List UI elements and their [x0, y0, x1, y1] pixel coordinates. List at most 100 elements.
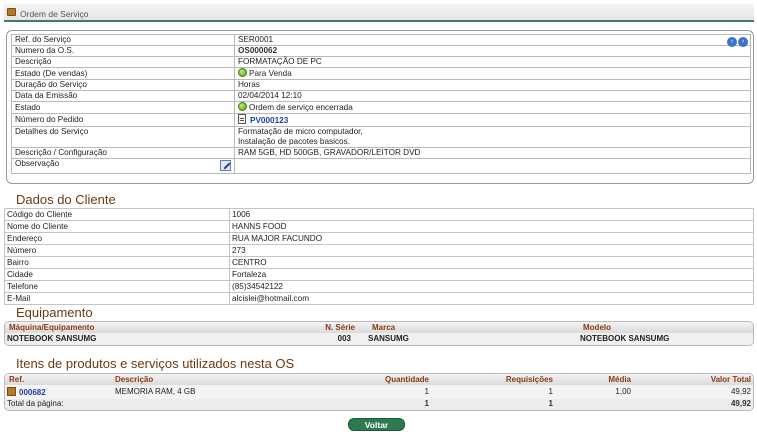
- equipment-machine: NOTEBOOK SANSUMG: [7, 334, 97, 343]
- table-row: Duração do Serviço Horas: [11, 79, 751, 91]
- field-value: Instalação de pacotes basicos.: [238, 137, 350, 146]
- page-total-label: Total da página:: [7, 399, 64, 408]
- items-grid: Ref. Descrição Quantidade Requisições Mé…: [4, 373, 754, 411]
- column-header-model: Modelo: [583, 323, 611, 332]
- service-order-table: Ref. do Serviço SER0001 ‹ › Numero da O.S…: [11, 34, 751, 174]
- order-number-link[interactable]: PV000123: [250, 116, 288, 125]
- column-header-total: Valor Total: [710, 375, 751, 384]
- grid-header: Ref. Descrição Quantidade Requisições Mé…: [5, 374, 753, 385]
- field-label: Descrição: [11, 56, 235, 68]
- table-row: Bairro CENTRO: [4, 256, 754, 269]
- field-label: Estado (De vendas): [11, 67, 235, 80]
- item-ref-link[interactable]: 000682: [19, 388, 46, 397]
- product-icon: [7, 387, 16, 396]
- column-header-serial: N. Série: [325, 323, 355, 332]
- record-navigation: ‹ ›: [726, 36, 748, 47]
- equipment-grid: Máquina/Equipamento N. Série Marca Model…: [4, 321, 754, 346]
- equipment-model: NOTEBOOK SANSUMG: [580, 334, 670, 343]
- table-row: Endereço RUA MAJOR FACUNDO: [4, 232, 754, 245]
- field-label: Endereço: [4, 232, 230, 245]
- field-value: [234, 158, 751, 174]
- table-row: Número 273: [4, 244, 754, 257]
- equipment-serial: 003: [337, 334, 351, 343]
- field-value: 02/04/2014 12:10: [234, 90, 751, 102]
- column-header-description: Descrição: [115, 375, 154, 384]
- column-header-requisitions: Requisições: [505, 375, 553, 384]
- table-row: Estado Ordem de serviço encerrada: [11, 101, 751, 114]
- field-value: Ordem de serviço encerrada: [249, 103, 353, 112]
- table-footer: Total da página: 1 1 49,92: [5, 399, 753, 410]
- table-row: Data da Emissão 02/04/2014 12:10: [11, 90, 751, 102]
- next-record-icon[interactable]: ›: [738, 37, 748, 47]
- table-row: Telefone (85)34542122: [4, 280, 754, 293]
- column-header-quantity: Quantidade: [384, 375, 429, 384]
- field-value: (85)34542122: [229, 280, 754, 293]
- sales-status-icon: [238, 68, 247, 77]
- page-total-value: 49,92: [730, 399, 751, 408]
- field-label: Estado: [11, 101, 235, 114]
- page-title: Ordem de Serviço: [20, 9, 89, 19]
- field-label: Ref. do Serviço: [11, 34, 235, 46]
- field-label: Número: [4, 244, 230, 257]
- field-label: Data da Emissão: [11, 90, 235, 102]
- table-row: Numero da O.S. OS000062: [11, 45, 751, 57]
- field-label: Descrição / Configuração: [11, 147, 235, 159]
- field-value: alcislei@hotmail.com: [229, 292, 754, 305]
- section-title-items: Itens de produtos e serviços utilizados …: [16, 356, 295, 371]
- service-order-panel: Ref. do Serviço SER0001 ‹ › Numero da O.S…: [6, 30, 754, 184]
- table-row: Detalhes do Serviço Formatação de micro …: [11, 126, 751, 148]
- field-value: Formatação de micro computador,: [238, 127, 363, 136]
- field-label: Duração do Serviço: [11, 79, 235, 91]
- column-header-average: Média: [608, 375, 631, 384]
- field-label: Bairro: [4, 256, 230, 269]
- field-value: Para Venda: [249, 69, 292, 78]
- table-row: Cidade Fortaleza: [4, 268, 754, 281]
- field-value: SER0001: [238, 35, 274, 44]
- field-value: HANNS FOOD: [229, 220, 754, 233]
- table-row: Nome do Cliente HANNS FOOD: [4, 220, 754, 233]
- column-header-ref: Ref.: [9, 375, 25, 384]
- field-value: Horas: [234, 79, 751, 91]
- table-row: Número do Pedido PV000123: [11, 113, 751, 127]
- field-label: Observação: [15, 159, 60, 168]
- item-description: MEMORIA RAM, 4 GB: [115, 387, 196, 396]
- item-total: 49,92: [730, 387, 751, 396]
- field-value: RUA MAJOR FACUNDO: [229, 232, 754, 245]
- item-requisitions: 1: [548, 387, 553, 396]
- window-titlebar: Ordem de Serviço: [4, 4, 754, 22]
- table-row: NOTEBOOK SANSUMG 003 SANSUMG NOTEBOOK SA…: [5, 333, 753, 345]
- table-row: 000682 MEMORIA RAM, 4 GB 1 1 1,00 49,92: [5, 385, 753, 399]
- column-header-machine: Máquina/Equipamento: [9, 323, 95, 332]
- table-row: Observação: [11, 158, 751, 174]
- document-icon: [238, 114, 246, 124]
- table-row: Descrição FORMATAÇÃO DE PC: [11, 56, 751, 68]
- field-value: OS000062: [234, 45, 751, 57]
- previous-record-icon[interactable]: ‹: [727, 37, 737, 47]
- field-label: Detalhes do Serviço: [11, 126, 235, 148]
- back-button[interactable]: Voltar: [348, 418, 405, 431]
- table-row: Estado (De vendas) Para Venda: [11, 67, 751, 80]
- table-row: Código do Cliente 1006: [4, 208, 754, 221]
- field-label: Cidade: [4, 268, 230, 281]
- page-total-requisitions: 1: [548, 399, 553, 408]
- field-value: 1006: [229, 208, 754, 221]
- section-title-equipment: Equipamento: [16, 305, 93, 320]
- page-total-quantity: 1: [424, 399, 429, 408]
- column-header-brand: Marca: [372, 323, 396, 332]
- field-label: Número do Pedido: [11, 113, 235, 127]
- box-icon: [7, 8, 16, 16]
- item-quantity: 1: [424, 387, 429, 396]
- field-label: E-Mail: [4, 292, 230, 305]
- table-row: E-Mail alcislei@hotmail.com: [4, 292, 754, 305]
- field-value: 273: [229, 244, 754, 257]
- field-value: Fortaleza: [229, 268, 754, 281]
- status-icon: [238, 102, 247, 111]
- client-table: Código do Cliente 1006 Nome do Cliente HAN…: [4, 208, 754, 305]
- field-value: CENTRO: [229, 256, 754, 269]
- field-value: RAM 5GB, HD 500GB, GRAVADOR/LEITOR DVD: [234, 147, 751, 159]
- item-average: 1,00: [615, 387, 631, 396]
- field-label: Código do Cliente: [4, 208, 230, 221]
- edit-icon[interactable]: [220, 160, 231, 171]
- equipment-brand: SANSUMG: [368, 334, 409, 343]
- field-label: Numero da O.S.: [11, 45, 235, 57]
